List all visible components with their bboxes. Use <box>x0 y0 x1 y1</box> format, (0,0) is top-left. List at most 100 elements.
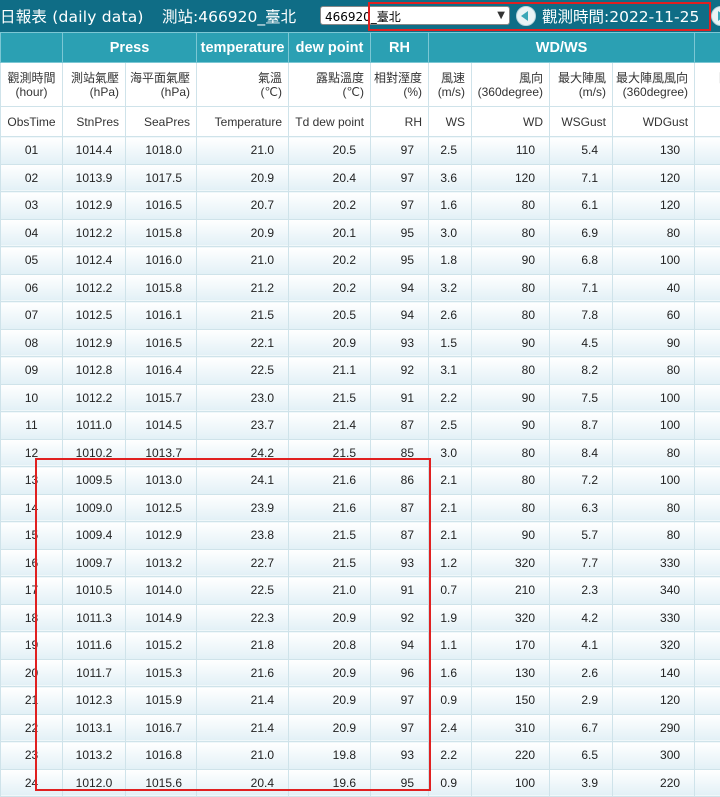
table-cell-cut-off <box>695 219 720 247</box>
table-cell: 2.6 <box>429 302 472 330</box>
table-cell: 4.1 <box>550 632 613 660</box>
table-cell: 1013.7 <box>126 439 197 467</box>
table-cell: 1011.0 <box>63 412 126 440</box>
column-header-cn-label: 觀測時間 <box>1 71 62 85</box>
table-cell: 10 <box>1 384 63 412</box>
table-row: 011014.41018.021.020.5972.51105.4130 <box>1 137 720 165</box>
table-cell: 21.2 <box>197 274 289 302</box>
table-cell: 1011.7 <box>63 659 126 687</box>
column-header-en: RH <box>371 107 429 137</box>
table-row: 191011.61015.221.820.8941.11704.1320 <box>1 632 720 660</box>
table-row: 031012.91016.520.720.2971.6806.1120 <box>1 192 720 220</box>
table-cell: 20.2 <box>289 247 371 275</box>
table-cell: 97 <box>371 164 429 192</box>
table-row: 151009.41012.923.821.5872.1905.780 <box>1 522 720 550</box>
table-cell: 80 <box>472 357 550 385</box>
table-cell: 3.0 <box>429 219 472 247</box>
table-cell: 1012.0 <box>63 769 126 797</box>
table-cell: 1010.2 <box>63 439 126 467</box>
table-cell: 85 <box>371 439 429 467</box>
table-cell: 120 <box>613 192 695 220</box>
table-cell: 1018.0 <box>126 137 197 165</box>
table-cell: 01 <box>1 137 63 165</box>
table-cell: 1010.5 <box>63 577 126 605</box>
table-cell: 130 <box>472 659 550 687</box>
column-header-unit: (360degree) <box>472 85 543 99</box>
table-cell: 24.2 <box>197 439 289 467</box>
table-cell: 14 <box>1 494 63 522</box>
station-select-value: 466920_臺北 <box>325 8 401 25</box>
table-cell: 05 <box>1 247 63 275</box>
previous-day-button[interactable] <box>516 6 536 26</box>
table-cell: 1014.4 <box>63 137 126 165</box>
table-cell: 92 <box>371 604 429 632</box>
table-cell-cut-off <box>695 769 720 797</box>
table-cell: 16 <box>1 549 63 577</box>
table-cell-cut-off <box>695 192 720 220</box>
table-cell: 4.2 <box>550 604 613 632</box>
table-cell: 21.4 <box>197 687 289 715</box>
table-cell: 120 <box>613 687 695 715</box>
column-header-en-row: ObsTimeStnPresSeaPresTemperatureTd dew p… <box>1 107 720 137</box>
column-header-cn-label: 測站氣壓 <box>63 71 119 85</box>
column-header-unit: (hPa) <box>126 85 190 99</box>
table-cell-cut-off <box>695 714 720 742</box>
column-header-en: WD <box>472 107 550 137</box>
table-row: 161009.71013.222.721.5931.23207.7330 <box>1 549 720 577</box>
table-cell: 23 <box>1 742 63 770</box>
table-cell: 6.1 <box>550 192 613 220</box>
table-cell: 2.4 <box>429 714 472 742</box>
table-cell: 3.9 <box>550 769 613 797</box>
table-cell: 170 <box>472 632 550 660</box>
table-cell: 1011.6 <box>63 632 126 660</box>
table-cell: 2.1 <box>429 522 472 550</box>
table-cell: 1011.3 <box>63 604 126 632</box>
table-cell: 93 <box>371 742 429 770</box>
column-header-unit: (℃) <box>289 85 364 99</box>
table-cell: 11 <box>1 412 63 440</box>
table-cell: 1.5 <box>429 329 472 357</box>
column-header-cn: 降( <box>695 63 720 107</box>
column-header-cn: 露點溫度(℃) <box>289 63 371 107</box>
table-cell: 20.9 <box>289 714 371 742</box>
table-cell: 21.0 <box>197 247 289 275</box>
table-cell: 20.2 <box>289 274 371 302</box>
table-cell: 1013.0 <box>126 467 197 495</box>
table-cell: 20.9 <box>289 659 371 687</box>
table-cell: 20.2 <box>289 192 371 220</box>
table-cell: 1.8 <box>429 247 472 275</box>
column-header-cn-label: 氣溫 <box>197 71 282 85</box>
table-cell-cut-off <box>695 549 720 577</box>
table-cell: 1016.4 <box>126 357 197 385</box>
table-cell: 1014.5 <box>126 412 197 440</box>
table-cell: 22.7 <box>197 549 289 577</box>
table-cell: 1009.7 <box>63 549 126 577</box>
table-cell: 15 <box>1 522 63 550</box>
table-cell: 94 <box>371 302 429 330</box>
table-cell: 20.8 <box>289 632 371 660</box>
table-cell: 6.9 <box>550 219 613 247</box>
table-cell: 3.6 <box>429 164 472 192</box>
table-cell: 80 <box>613 439 695 467</box>
table-cell: 96 <box>371 659 429 687</box>
table-cell: 20.1 <box>289 219 371 247</box>
table-cell: 21.4 <box>289 412 371 440</box>
table-cell: 340 <box>613 577 695 605</box>
next-day-button[interactable] <box>711 6 720 26</box>
table-cell: 24.1 <box>197 467 289 495</box>
table-cell-cut-off <box>695 687 720 715</box>
table-cell: 330 <box>613 549 695 577</box>
table-row: 121010.21013.724.221.5853.0808.480 <box>1 439 720 467</box>
table-cell: 7.1 <box>550 274 613 302</box>
table-cell: 1012.8 <box>63 357 126 385</box>
column-header-cn: 觀測時間(hour) <box>1 63 63 107</box>
table-cell: 2.1 <box>429 494 472 522</box>
table-cell: 91 <box>371 384 429 412</box>
table-cell: 6.8 <box>550 247 613 275</box>
table-cell: 07 <box>1 302 63 330</box>
table-cell: 1012.2 <box>63 219 126 247</box>
station-select[interactable]: 466920_臺北 ▼ <box>320 6 510 25</box>
table-row: 041012.21015.820.920.1953.0806.980 <box>1 219 720 247</box>
table-cell: 23.7 <box>197 412 289 440</box>
table-cell-cut-off <box>695 164 720 192</box>
